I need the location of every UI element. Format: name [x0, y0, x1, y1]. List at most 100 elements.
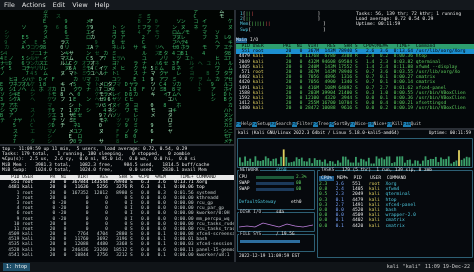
cpu-graph-bar	[383, 159, 386, 166]
network-label: NETWORK	[239, 168, 260, 173]
htop-process-list[interactable]: 551 root 20 0 367M 143M 78940 S 2.6 3.6 …	[236, 49, 474, 111]
cpu-graph-bar	[424, 156, 427, 166]
htop-pane[interactable]: 1[||| ] 2[|| ] Mem[||||||| ] Swp[ ] Task…	[236, 10, 474, 128]
menu-edit[interactable]: Edit	[53, 0, 66, 10]
menu-actions[interactable]: Actions	[22, 0, 46, 10]
cpu-graph-bar	[306, 161, 308, 166]
fkey-quit[interactable]: Quit	[411, 122, 422, 127]
cpu-graph-bar	[393, 162, 396, 166]
htop-summary: Tasks: 56, 139 thr; 72 kthr; 1 running L…	[356, 12, 472, 28]
net-row-2-value: 0B	[296, 181, 302, 186]
cpu-graph-bar	[342, 156, 344, 166]
tasks-label: TASKS	[320, 168, 336, 173]
cpu-graph-bar	[326, 163, 329, 166]
cpu-graph-bar	[429, 158, 432, 166]
cpu-graph-bar	[398, 156, 401, 166]
cpu-graph-bar	[290, 162, 293, 166]
top-pane[interactable]: top - 11:09:59 up 11 min, 5 users, load …	[0, 146, 234, 260]
cpu-graph-bar	[251, 162, 254, 166]
tab-io[interactable]: I/O	[250, 38, 258, 43]
cpu-graph-bar	[455, 160, 458, 166]
bashtop-pane[interactable]: kali (Kali GNU/Linux 2022.3 64bit / Linu…	[236, 130, 474, 260]
filesys-bar	[240, 240, 300, 243]
cpu-graph-bar	[298, 159, 301, 166]
cpu-graph-bar	[334, 163, 337, 166]
cpu-graph-bar	[324, 159, 326, 166]
menu-file[interactable]: File	[4, 0, 15, 10]
cpu-graph-bar	[355, 156, 357, 166]
cpu-graph-bar	[445, 158, 447, 166]
cpu-graph-bar	[450, 163, 453, 166]
cpu-graph-bar	[437, 162, 440, 166]
col-pid[interactable]: PID	[353, 176, 361, 181]
fkey-nice[interactable]: Nice+	[374, 122, 387, 127]
htop-tab-bar: Main I/O	[236, 38, 474, 43]
top-process-row[interactable]: 4541 kali 20 0 10844 3756 3212 S 0.0 0.1…	[0, 253, 234, 258]
cpu-graph-bar	[331, 161, 334, 166]
cpu-graph-bar	[414, 160, 417, 166]
bashtop-process-list[interactable]: 2.3 3.6 551 root Xorg 0.8 2.4 1405 kali x…	[319, 182, 471, 229]
fkey-nice[interactable]: Nice-	[355, 122, 368, 127]
filesys-label: FILE SYS	[239, 232, 263, 237]
cpu-graph-bar	[465, 156, 468, 166]
matrix-column: ケ ヌ 9 キ テ 8 7 ル ム ヲ セ コ イ ト ク カ ト ン タ ミ …	[227, 19, 233, 144]
top-process-row[interactable]: 1 root 20 0 167352 12012 8980 S 0.0 0.3 …	[0, 191, 234, 196]
cpu-graph-bar	[380, 157, 383, 166]
cpu-graph-bar	[262, 160, 264, 166]
col-command[interactable]: COMMAND	[387, 176, 406, 181]
cpu-graph-bar	[349, 162, 352, 166]
fkey-kill[interactable]: Kill	[392, 122, 403, 127]
bashtop-process-row[interactable]: 0.0 0.1 4420 kali cmatrix	[319, 224, 471, 229]
cpu-graph-bar	[442, 159, 445, 166]
fkey-help[interactable]: Help	[241, 122, 252, 127]
cpu-graph-bar	[280, 156, 282, 166]
swap-meter: Swp[ ]	[240, 27, 326, 33]
cpu-graph-bar	[321, 161, 324, 166]
cpu-graph-bar	[254, 156, 257, 166]
gateway-value: eth0	[291, 200, 302, 205]
tab-main[interactable]: Main	[236, 38, 248, 43]
fkey-setup[interactable]: Setup	[257, 122, 270, 127]
net-row-3-value: 0B	[296, 187, 302, 192]
cpu-graph-bar	[344, 156, 347, 166]
cpu-graph-bar	[373, 163, 375, 166]
menu-view[interactable]: View	[72, 0, 87, 10]
htop-process-row[interactable]: 1480 kali 20 0 28472 10088 9616 S 0.0 0.…	[236, 106, 474, 111]
window-tab[interactable]: 1: htop	[3, 263, 31, 271]
cpu-graph-bar	[241, 162, 244, 166]
htop-function-keys: F1HelpF2SetupF3SearchF4FilterF5TreeF6Sor…	[236, 122, 474, 128]
cpu-graph-bar	[432, 159, 435, 166]
cpu-graph-bar	[453, 161, 455, 166]
cmatrix-pane[interactable]: シ 4 ナ イ ノ E 9 ソ 3 ヲ シ B テ シ ツ 9 カ 4 E セ …	[0, 10, 234, 144]
col-mem[interactable]: MEM%	[337, 176, 348, 181]
top-process-row[interactable]: 4535 kali 20 0 12088 4480 3368 S 0.0 0.1…	[0, 242, 234, 247]
cpu-graph-bar	[440, 157, 442, 166]
fkey-sortby[interactable]: SortBy	[334, 122, 350, 127]
gateway-label: DefaultGateway	[239, 200, 277, 205]
menu-bar: File Actions Edit View Help	[0, 0, 474, 10]
fkey-filter[interactable]: Filter	[297, 122, 313, 127]
top-process-row[interactable]: 6 root 0 -20 0 0 0 I 0.0 0.0 0:00.00 kwo…	[0, 211, 234, 216]
net-row-1-label: CPU	[239, 175, 247, 180]
cpu-graph-bar	[352, 162, 355, 166]
disk-io-graph	[239, 222, 313, 228]
cpu-graph-bar	[239, 157, 241, 166]
top-process-row[interactable]: 9 root 0 -20 0 0 0 I 0.0 0.0 0:00.00 mm_…	[0, 217, 234, 222]
col-cpu[interactable]: CPU%	[319, 176, 335, 181]
col-user[interactable]: USER	[370, 176, 381, 181]
fkey-search[interactable]: Search	[276, 122, 292, 127]
cpu-graph-bar	[272, 158, 275, 166]
net-row-2-bar	[256, 182, 294, 185]
bashtop-uptime: Uptime: 00:11:59	[428, 131, 471, 136]
top-process-row[interactable]: 4481 kali 20 0 11636 5256 3276 R 6.3 0.1…	[0, 185, 234, 190]
top-line-mem: MiB Mem : 3981.3 total, 1082.3 free, 984…	[2, 162, 210, 168]
fkey-tree[interactable]: Tree	[318, 122, 329, 127]
cpu-graph-bar	[293, 161, 295, 166]
cpu-graph-bar	[427, 160, 429, 166]
network-interface[interactable]: eth0	[276, 168, 287, 173]
cpu-graph-bar	[360, 158, 362, 166]
menu-help[interactable]: Help	[95, 0, 110, 10]
top-process-list[interactable]: 551 root 20 0 367844 143544 78940 S 6.3 …	[0, 180, 234, 258]
net-row-3-label: SWAP	[239, 187, 250, 192]
cpu-graph-bar	[357, 162, 360, 166]
